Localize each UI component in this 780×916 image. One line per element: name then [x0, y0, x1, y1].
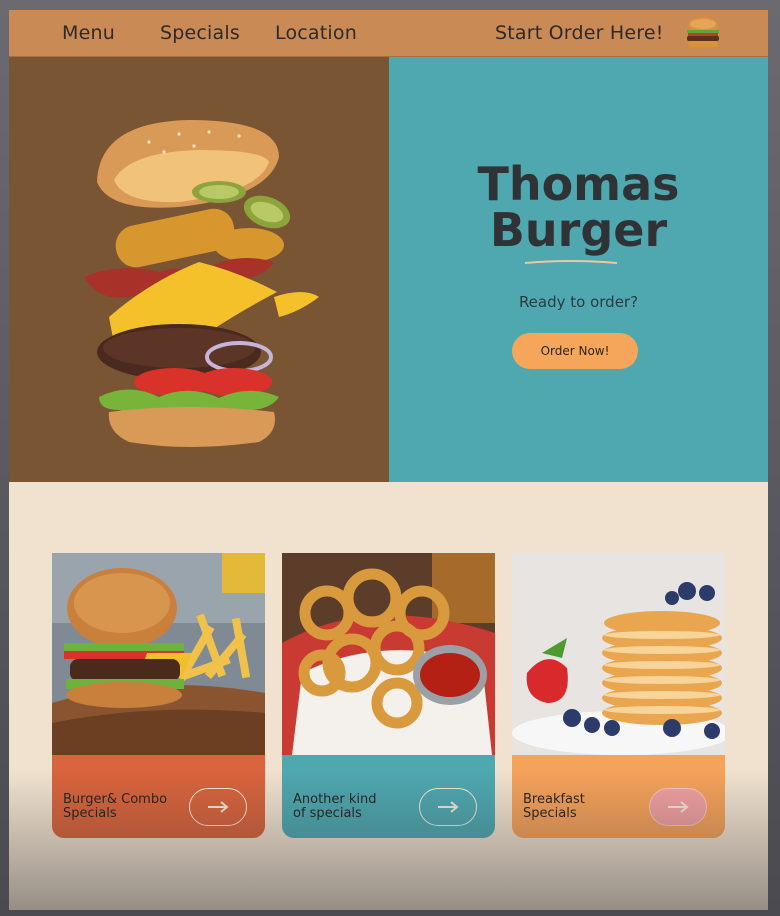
nav-menu-link[interactable]: Menu: [62, 22, 115, 44]
arrow-right-icon: [438, 801, 459, 813]
hero-image-panel: [9, 57, 389, 482]
nav-specials-link[interactable]: Specials: [160, 22, 240, 44]
nav-location-link[interactable]: Location: [275, 22, 357, 44]
title-underline: [524, 260, 618, 264]
start-order-link[interactable]: Start Order Here!: [495, 22, 664, 44]
card-label-line2: of specials: [293, 806, 362, 821]
card-arrow-button[interactable]: [419, 788, 477, 826]
hero-title-line1: Thomas: [477, 157, 680, 211]
hero-title: Thomas Burger: [389, 161, 768, 253]
card-arrow-button[interactable]: [649, 788, 707, 826]
card-arrow-button[interactable]: [189, 788, 247, 826]
card-label: Breakfast Specials: [523, 793, 648, 821]
card-label: Another kind of specials: [293, 793, 418, 821]
card-footer: Another kind of specials: [282, 755, 495, 838]
web-page: Menu Specials Location Start Order Here!: [9, 10, 768, 910]
onion-rings-photo: [282, 553, 495, 755]
specials-card-burger[interactable]: Burger& Combo Specials: [52, 553, 265, 838]
order-now-button[interactable]: Order Now!: [512, 333, 638, 369]
hero-title-line2: Burger: [489, 203, 668, 257]
card-label-line1: Another kind: [293, 792, 377, 807]
card-footer: Burger& Combo Specials: [52, 755, 265, 838]
hero-text-panel: Thomas Burger Ready to order? Order Now!: [389, 57, 768, 482]
hero-subtitle: Ready to order?: [518, 293, 639, 311]
floating-burger-image: [84, 120, 319, 447]
card-label-line1: Breakfast: [523, 792, 585, 807]
arrow-right-icon: [668, 801, 689, 813]
card-label-line2: Specials: [523, 806, 577, 821]
top-nav: Menu Specials Location Start Order Here!: [9, 10, 768, 57]
arrow-right-icon: [208, 801, 229, 813]
specials-card-breakfast[interactable]: Breakfast Specials: [512, 553, 725, 838]
card-label: Burger& Combo Specials: [63, 793, 188, 821]
pancakes-photo: [512, 553, 725, 755]
card-footer: Breakfast Specials: [512, 755, 725, 838]
card-label-line1: Burger& Combo: [63, 792, 168, 807]
card-label-line2: Specials: [63, 806, 117, 821]
burger-icon[interactable]: [683, 16, 723, 50]
specials-card-other[interactable]: Another kind of specials: [282, 553, 495, 838]
burger-fries-photo: [52, 553, 265, 755]
